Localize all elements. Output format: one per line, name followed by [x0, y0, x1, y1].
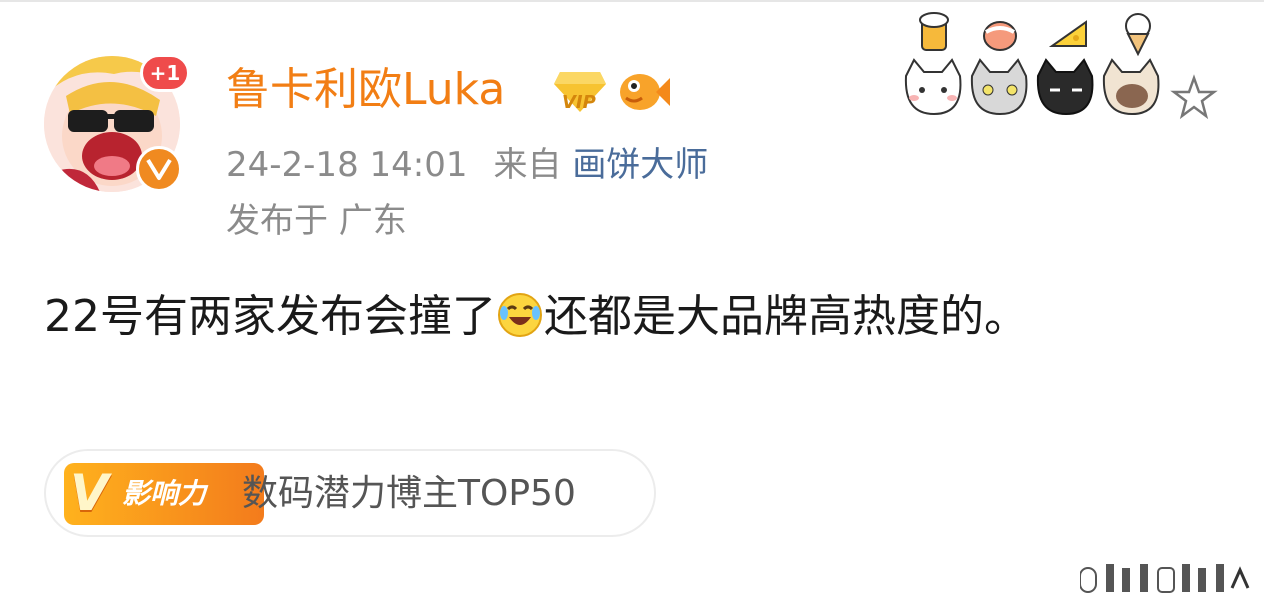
- watermark-bars: [1079, 564, 1250, 594]
- influence-badge: V 影响力: [64, 463, 264, 525]
- sushi-icon: [983, 21, 1017, 51]
- ice-cream-icon: [1125, 13, 1151, 57]
- location: 发布于 广东: [226, 201, 407, 241]
- beer-icon: [919, 12, 949, 51]
- source-prefix: 来自: [493, 145, 562, 185]
- fish-icon[interactable]: [616, 68, 672, 116]
- cat-and-food-stickers: [900, 6, 1220, 130]
- post-meta: 24-2-18 14:01 来自 画饼大师: [226, 142, 708, 188]
- influence-label: 数码潜力博主TOP50: [242, 473, 576, 514]
- cheese-icon: [1048, 20, 1087, 47]
- white-cat-icon: [904, 58, 962, 116]
- top-divider: [0, 0, 1264, 2]
- vip-diamond-icon[interactable]: VIP: [552, 66, 608, 116]
- username[interactable]: 鲁卡利欧Luka: [226, 62, 505, 118]
- notification-badge: +1: [140, 54, 190, 92]
- influence-v-icon: V: [70, 464, 109, 522]
- laugh-cry-emoji-icon: [496, 291, 544, 339]
- timestamp: 24-2-18 14:01: [226, 145, 468, 185]
- siamese-cat-icon: [1102, 58, 1160, 116]
- gray-cat-icon: [970, 58, 1028, 116]
- influence-badge-text: 影响力: [122, 477, 207, 510]
- vip-badge-text: VIP: [562, 92, 596, 113]
- source-link[interactable]: 画饼大师: [572, 145, 708, 185]
- content-text-1: 22号有两家发布会撞了: [44, 291, 496, 342]
- verified-badge-icon: [136, 146, 182, 192]
- black-cat-icon: [1036, 58, 1094, 116]
- post-content: 22号有两家发布会撞了 还都是大品牌高热度的。: [44, 283, 1134, 351]
- influence-tag[interactable]: V 影响力 数码潜力博主TOP50: [44, 449, 656, 537]
- content-text-2: 还都是大品牌高热度的。: [544, 291, 1028, 342]
- star-icon: [1170, 74, 1218, 120]
